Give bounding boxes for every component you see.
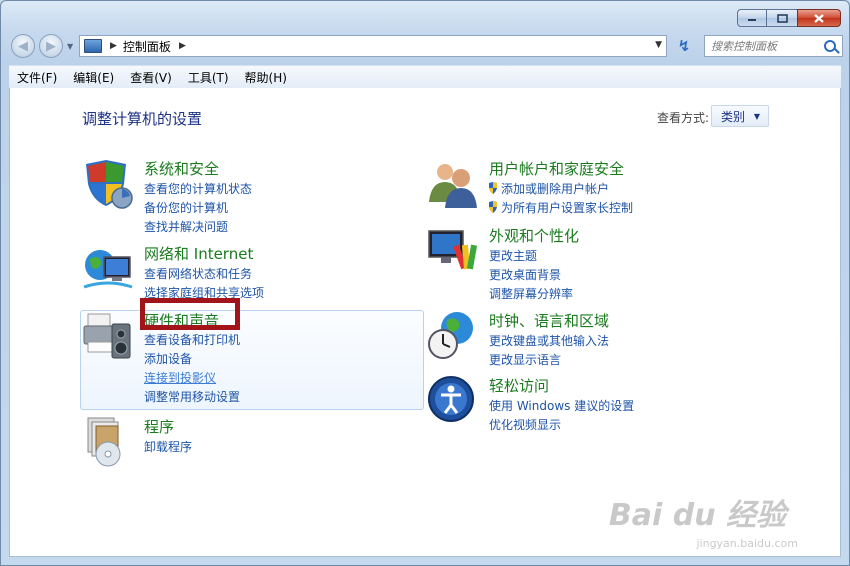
close-icon <box>814 13 824 23</box>
appearance-monitor-icon <box>428 230 478 270</box>
watermark-url: jingyan.baidu.com <box>696 537 798 550</box>
link-backup-computer[interactable]: 备份您的计算机 <box>144 199 228 216</box>
category-title-appearance[interactable]: 外观和个性化 <box>489 225 579 246</box>
back-button[interactable]: ◀ <box>11 34 35 58</box>
search-box[interactable] <box>704 35 843 57</box>
menu-file[interactable]: 文件(F) <box>9 69 65 86</box>
category-title-user-accounts[interactable]: 用户帐户和家庭安全 <box>489 158 624 179</box>
minimize-button[interactable] <box>737 9 766 27</box>
caption-buttons <box>737 9 841 27</box>
network-globe-icon <box>83 250 133 289</box>
breadcrumb-control-panel[interactable]: 控制面板 <box>123 38 171 55</box>
menu-help[interactable]: 帮助(H) <box>237 69 295 86</box>
menu-edit[interactable]: 编辑(E) <box>65 69 122 86</box>
maximize-icon <box>776 13 788 23</box>
link-add-device[interactable]: 添加设备 <box>144 350 192 367</box>
page-title: 调整计算机的设置 <box>82 110 203 128</box>
recent-pages-dropdown[interactable]: ▼ <box>67 42 73 51</box>
link-windows-suggested-settings[interactable]: 使用 Windows 建议的设置 <box>489 397 634 414</box>
navigation-bar: ◀ ▶ ▼ ▶ 控制面板 ▶ ▼ ↯ <box>9 34 843 60</box>
back-arrow-icon: ◀ <box>18 38 28 54</box>
link-change-background[interactable]: 更改桌面背景 <box>489 266 561 283</box>
link-screen-resolution[interactable]: 调整屏幕分辨率 <box>489 285 573 302</box>
category-title-clock-region[interactable]: 时钟、语言和区域 <box>489 310 609 331</box>
highlight-annotation-box <box>140 298 240 330</box>
link-devices-printers[interactable]: 查看设备和打印机 <box>144 331 240 348</box>
refresh-icon: ↯ <box>677 37 691 55</box>
search-icon[interactable] <box>824 40 836 52</box>
category-title-system-security[interactable]: 系统和安全 <box>144 158 219 179</box>
breadcrumb-separator-icon[interactable]: ▶ <box>110 41 117 51</box>
uac-shield-icon <box>489 182 497 194</box>
view-by-value: 类别 <box>721 109 746 124</box>
close-button[interactable] <box>797 9 841 27</box>
clock-globe-icon <box>428 312 473 359</box>
printer-speaker-icon <box>83 313 131 359</box>
link-parental-controls[interactable]: 为所有用户设置家长控制 <box>501 199 633 216</box>
link-connect-projector[interactable]: 连接到投影仪 <box>144 369 216 386</box>
menu-bar: 文件(F) 编辑(E) 查看(V) 工具(T) 帮助(H) <box>9 65 841 89</box>
control-panel-icon <box>84 39 102 53</box>
menu-tools[interactable]: 工具(T) <box>180 69 237 86</box>
address-dropdown-icon[interactable]: ▼ <box>655 40 662 50</box>
category-title-network-internet[interactable]: 网络和 Internet <box>144 243 253 264</box>
view-by-label: 查看方式: <box>657 111 710 125</box>
link-optimize-visual-display[interactable]: 优化视频显示 <box>489 416 561 433</box>
forward-button[interactable]: ▶ <box>39 34 63 58</box>
link-mobility-settings[interactable]: 调整常用移动设置 <box>144 388 240 405</box>
search-input[interactable] <box>705 36 826 56</box>
link-change-theme[interactable]: 更改主题 <box>489 247 537 264</box>
forward-arrow-icon: ▶ <box>46 38 56 54</box>
menu-view[interactable]: 查看(V) <box>122 69 180 86</box>
users-icon <box>429 164 477 208</box>
shield-icon <box>86 160 133 209</box>
category-title-ease-of-access[interactable]: 轻松访问 <box>489 375 549 396</box>
link-find-fix-problems[interactable]: 查找并解决问题 <box>144 218 228 235</box>
link-change-display-language[interactable]: 更改显示语言 <box>489 351 561 368</box>
minimize-icon <box>748 19 756 21</box>
content-area: 调整计算机的设置 查看方式: 类别 ▼ 系统和安全 查看您的计算机状态 备份您的… <box>9 88 841 557</box>
category-title-programs[interactable]: 程序 <box>144 416 174 437</box>
ease-of-access-icon <box>428 376 474 422</box>
refresh-button[interactable]: ↯ <box>671 35 697 57</box>
link-view-network-status[interactable]: 查看网络状态和任务 <box>144 265 252 282</box>
link-add-remove-accounts[interactable]: 添加或删除用户帐户 <box>501 180 609 197</box>
breadcrumb-chevron-icon[interactable]: ▶ <box>179 41 186 51</box>
link-change-keyboard[interactable]: 更改键盘或其他输入法 <box>489 332 609 349</box>
watermark-logo: Bai du 经验 <box>608 498 786 533</box>
chevron-down-icon: ▼ <box>753 112 760 121</box>
programs-icon <box>87 417 121 467</box>
link-uninstall-program[interactable]: 卸载程序 <box>144 438 192 455</box>
address-bar[interactable]: ▶ 控制面板 ▶ ▼ <box>79 35 667 57</box>
uac-shield-icon <box>489 201 497 213</box>
control-panel-window: ◀ ▶ ▼ ▶ 控制面板 ▶ ▼ ↯ 文件(F) 编辑(E) 查看(V) 工具(… <box>0 0 850 566</box>
maximize-button[interactable] <box>766 9 797 27</box>
view-by-dropdown[interactable]: 类别 ▼ <box>711 105 769 127</box>
link-view-computer-status[interactable]: 查看您的计算机状态 <box>144 180 252 197</box>
